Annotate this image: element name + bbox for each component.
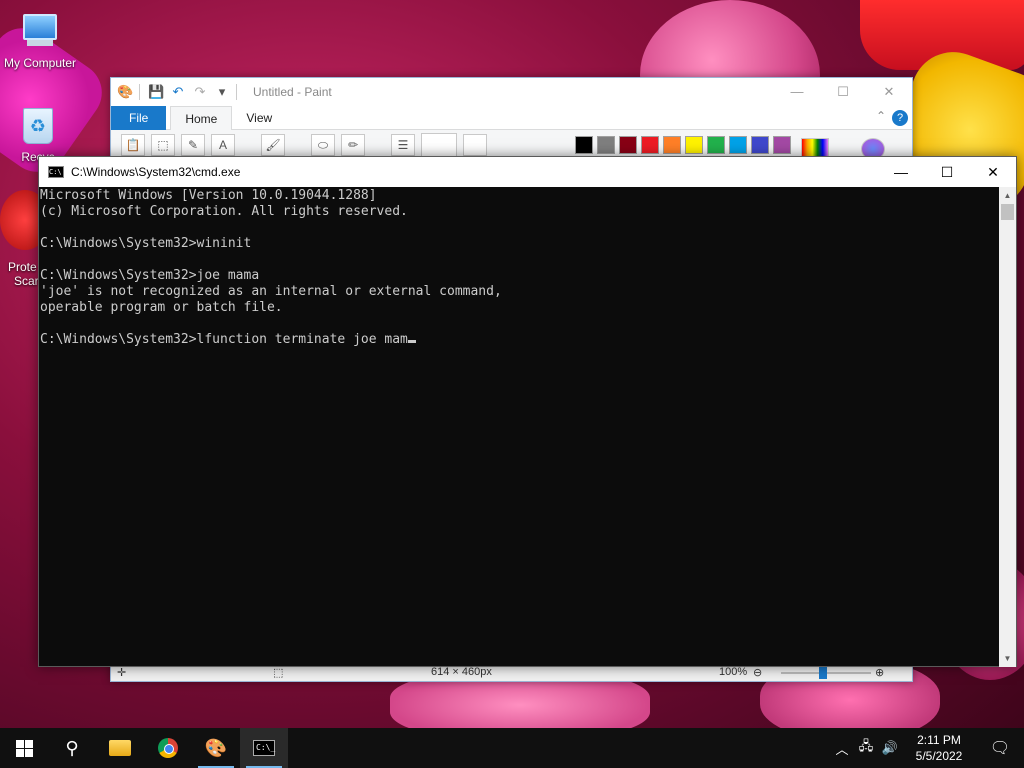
- cmd-window[interactable]: C:\ C:\Windows\System32\cmd.exe — ☐ ✕ Mi…: [38, 156, 1017, 667]
- color-swatch[interactable]: [597, 136, 615, 154]
- clock[interactable]: 2:11 PM 5/5/2022: [902, 732, 976, 764]
- scroll-down-icon[interactable]: ▼: [999, 650, 1016, 667]
- pencil-icon[interactable]: ✎: [181, 134, 205, 156]
- console-input-line[interactable]: C:\Windows\System32>lfunction terminate …: [40, 332, 1001, 348]
- color-swatch[interactable]: [663, 136, 681, 154]
- cmd-titlebar[interactable]: C:\ C:\Windows\System32\cmd.exe — ☐ ✕: [39, 157, 1016, 187]
- system-tray: ︿ 🖧 🔊 2:11 PM 5/5/2022 🗨: [830, 728, 1024, 768]
- cmd-app-icon[interactable]: C:\: [48, 166, 64, 178]
- paint-taskbar-button[interactable]: 🎨: [192, 728, 240, 768]
- zoom-out-icon[interactable]: ⊖: [753, 666, 762, 679]
- color-palette: [575, 136, 795, 154]
- color-swatch[interactable]: [751, 136, 769, 154]
- scrollbar-thumb[interactable]: [1001, 204, 1014, 220]
- paint-title: Untitled - Paint: [253, 85, 332, 99]
- minimize-button[interactable]: —: [878, 157, 924, 187]
- tab-file[interactable]: File: [111, 105, 167, 130]
- zoom-level-text: 100%: [719, 666, 748, 678]
- color1-box[interactable]: [421, 133, 457, 157]
- cmd-icon: C:\_: [253, 740, 275, 756]
- console-line: 'joe' is not recognized as an internal o…: [40, 284, 502, 299]
- size-icon[interactable]: ☰: [391, 134, 415, 156]
- windows-icon: [15, 739, 33, 757]
- computer-icon: [20, 14, 60, 54]
- recycle-bin-icon: ♻: [18, 108, 58, 148]
- shapes-icon[interactable]: ⬭: [311, 134, 335, 156]
- selection-size-icon: ⬚: [273, 667, 284, 679]
- color-swatch[interactable]: [773, 136, 791, 154]
- text-icon[interactable]: A: [211, 134, 235, 156]
- console-line: (c) Microsoft Corporation. All rights re…: [40, 204, 408, 219]
- color-swatch[interactable]: [707, 136, 725, 154]
- paint-icon: 🎨: [204, 737, 228, 758]
- notification-icon[interactable]: 🗨: [976, 738, 1024, 758]
- console-prompt-input[interactable]: C:\Windows\System32>lfunction terminate …: [40, 332, 408, 347]
- color-swatch[interactable]: [619, 136, 637, 154]
- cmd-taskbar-button[interactable]: C:\_: [240, 728, 288, 768]
- redo-icon[interactable]: ↷: [192, 84, 208, 100]
- outline-icon[interactable]: ✏: [341, 134, 365, 156]
- color-swatch[interactable]: [641, 136, 659, 154]
- text-cursor: [407, 340, 416, 343]
- console-output[interactable]: Microsoft Windows [Version 10.0.19044.12…: [39, 187, 1001, 667]
- volume-icon[interactable]: 🔊: [878, 740, 902, 756]
- console-line: Microsoft Windows [Version 10.0.19044.12…: [40, 188, 377, 203]
- vertical-scrollbar[interactable]: ▲ ▼: [999, 187, 1016, 667]
- zoom-slider-thumb[interactable]: [819, 667, 827, 679]
- color2-box[interactable]: [463, 134, 487, 156]
- desktop-icon-my-computer[interactable]: My Computer: [0, 10, 80, 70]
- ribbon-tabs: File Home View: [111, 105, 912, 130]
- network-icon[interactable]: 🖧: [854, 737, 878, 759]
- maximize-button[interactable]: ☐: [820, 78, 866, 106]
- search-button[interactable]: ⚲: [48, 728, 96, 768]
- color-swatch[interactable]: [575, 136, 593, 154]
- chevron-up-icon[interactable]: ︿: [830, 739, 854, 758]
- cursor-position-icon: ✛: [117, 667, 127, 679]
- file-explorer-button[interactable]: [96, 728, 144, 768]
- console-line: C:\Windows\System32>joe mama: [40, 268, 260, 283]
- color-swatch[interactable]: [729, 136, 747, 154]
- canvas-size-text: 614 × 460px: [431, 666, 492, 678]
- clock-date: 5/5/2022: [915, 749, 963, 763]
- tab-home[interactable]: Home: [170, 105, 233, 130]
- collapse-ribbon-icon[interactable]: ⌃: [876, 109, 886, 123]
- paint-titlebar[interactable]: 🎨 💾 ↶ ↷ ▾ Untitled - Paint — ☐ ✕: [111, 78, 912, 106]
- help-icon[interactable]: ?: [892, 110, 908, 126]
- maximize-button[interactable]: ☐: [924, 157, 970, 187]
- save-icon[interactable]: 💾: [148, 84, 164, 100]
- console-line: operable program or batch file.: [40, 300, 283, 315]
- separator: [236, 84, 237, 100]
- undo-icon[interactable]: ↶: [170, 84, 186, 100]
- clipboard-icon[interactable]: 📋: [121, 134, 145, 156]
- select-icon[interactable]: ⬚: [151, 134, 175, 156]
- chrome-button[interactable]: [144, 728, 192, 768]
- brushes-icon[interactable]: 🖌: [261, 134, 285, 156]
- paint-app-icon[interactable]: 🎨: [117, 84, 133, 100]
- folder-icon: [109, 740, 131, 756]
- tab-view[interactable]: View: [232, 106, 286, 130]
- console-line: C:\Windows\System32>wininit: [40, 236, 252, 251]
- color-swatch[interactable]: [685, 136, 703, 154]
- customize-dropdown-icon[interactable]: ▾: [214, 84, 230, 100]
- cmd-title: C:\Windows\System32\cmd.exe: [71, 165, 241, 179]
- taskbar: ⚲ 🎨 C:\_ ︿ 🖧 🔊 2:11 PM 5/5/2022 🗨: [0, 728, 1024, 768]
- separator: [139, 84, 140, 100]
- start-button[interactable]: [0, 728, 48, 768]
- chrome-icon: [158, 738, 178, 758]
- scroll-up-icon[interactable]: ▲: [999, 187, 1016, 204]
- close-button[interactable]: ✕: [866, 78, 912, 106]
- desktop-icon-label: My Computer: [3, 56, 77, 70]
- close-button[interactable]: ✕: [970, 157, 1016, 187]
- zoom-in-icon[interactable]: ⊕: [875, 666, 884, 679]
- clock-time: 2:11 PM: [917, 733, 961, 747]
- search-icon: ⚲: [65, 737, 79, 758]
- minimize-button[interactable]: —: [774, 78, 820, 106]
